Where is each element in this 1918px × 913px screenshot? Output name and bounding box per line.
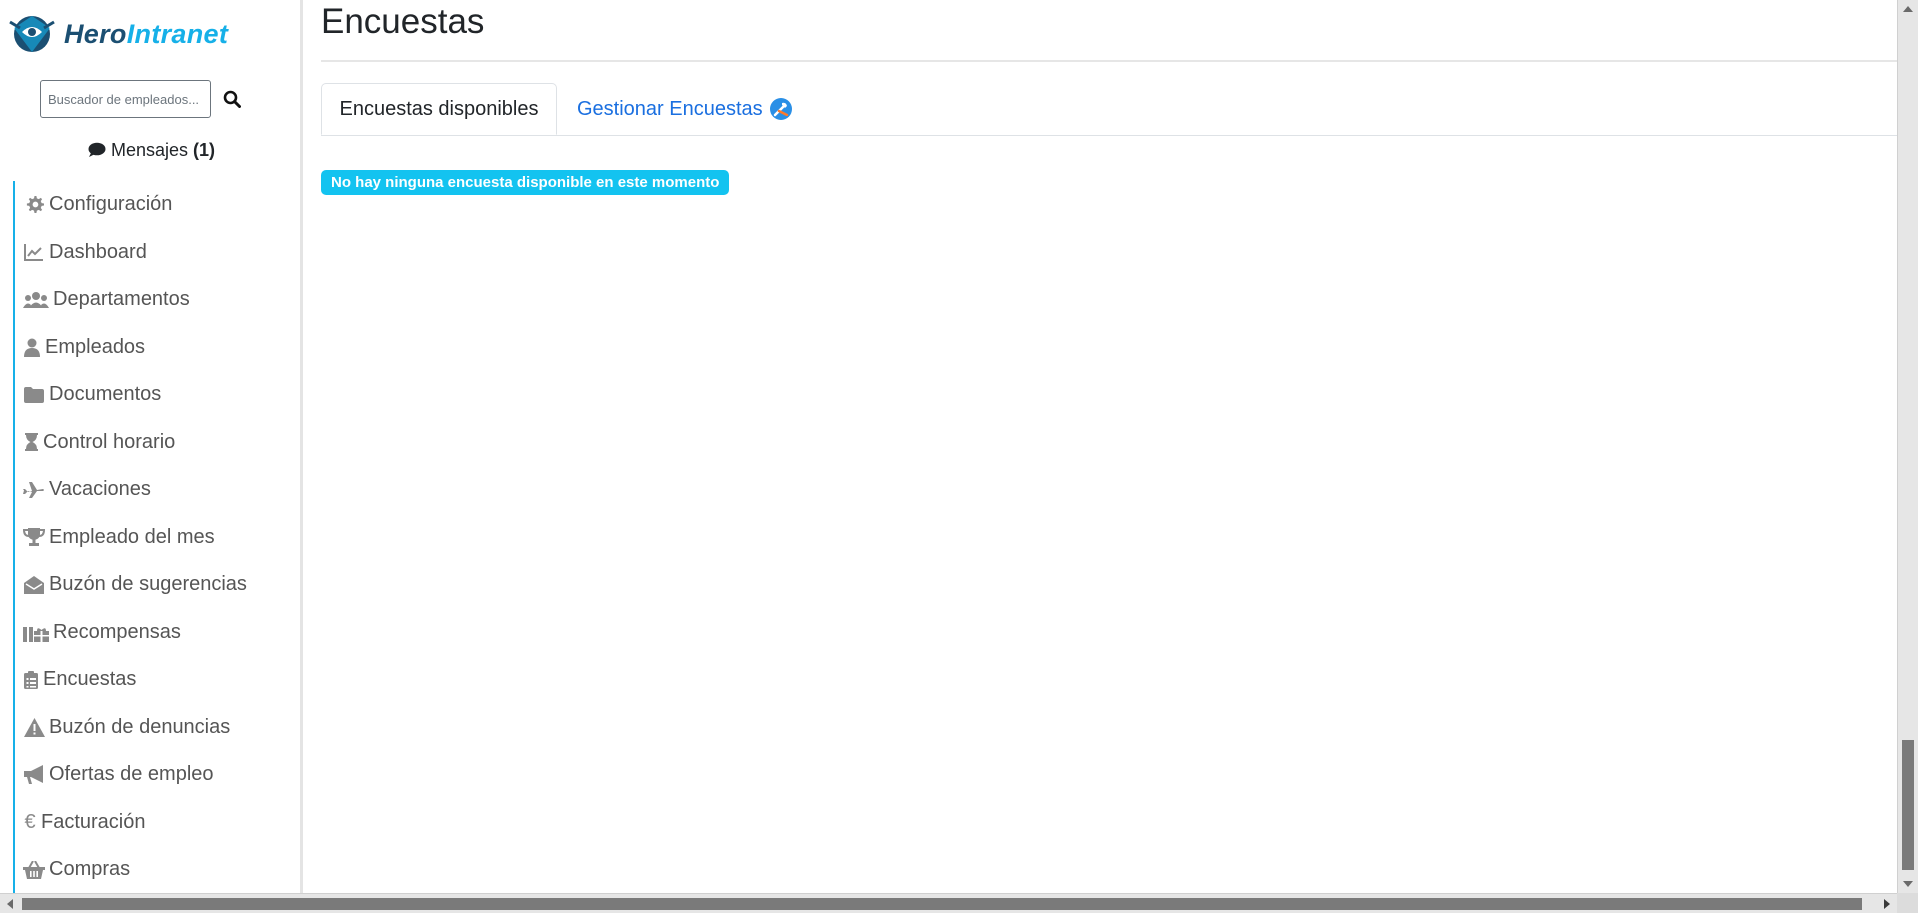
brand-name: HeroIntranet: [64, 19, 228, 50]
search-input[interactable]: [40, 80, 211, 118]
scroll-thumb[interactable]: [22, 898, 1862, 910]
tools-icon: [769, 97, 793, 121]
sidebar-item-label: Control horario: [43, 430, 176, 453]
scroll-left-icon[interactable]: [7, 899, 13, 909]
scrollbar-corner: [1897, 893, 1918, 913]
sidebar-item-label: Vacaciones: [49, 478, 151, 501]
messages-link[interactable]: Mensajes (1): [0, 140, 303, 161]
sidebar-item-facturacion[interactable]: € Facturación: [13, 798, 303, 846]
search-icon[interactable]: [221, 88, 243, 110]
sidebar-item-label: Departamentos: [53, 288, 190, 311]
users-icon: [23, 289, 49, 311]
clipboard-list-icon: [23, 669, 39, 691]
brand-part1: Hero: [64, 18, 127, 49]
scroll-thumb[interactable]: [1902, 740, 1914, 870]
basket-icon: [23, 859, 45, 881]
sidebar-item-label: Facturación: [41, 810, 146, 833]
page-title: Encuestas: [321, 2, 485, 41]
hero-logo-icon: [9, 16, 55, 52]
warning-icon: [23, 716, 45, 738]
hourglass-icon: [23, 431, 39, 453]
euro-icon: €: [24, 810, 36, 833]
sidebar-item-empleado-del-mes[interactable]: Empleado del mes: [13, 513, 303, 561]
gear-icon: [23, 194, 45, 216]
sidebar-item-documentos[interactable]: Documentos: [13, 371, 303, 419]
horizontal-scrollbar[interactable]: [0, 893, 1897, 913]
sidebar-item-encuestas[interactable]: Encuestas: [13, 656, 303, 704]
brand-part2: Intranet: [126, 18, 229, 49]
no-surveys-badge: No hay ninguna encuesta disponible en es…: [321, 170, 730, 195]
employee-search: [40, 80, 243, 118]
sidebar-item-compras[interactable]: Compras: [13, 846, 303, 894]
sidebar-item-empleados[interactable]: Empleados: [13, 323, 303, 371]
gifts-icon: [23, 621, 49, 643]
sidebar-item-configuracion[interactable]: Configuración: [13, 181, 303, 229]
tab-label: Gestionar Encuestas: [577, 97, 763, 120]
tab-label: Encuestas disponibles: [339, 97, 539, 120]
vertical-scrollbar[interactable]: [1897, 0, 1918, 893]
sidebar-item-recompensas[interactable]: Recompensas: [13, 608, 303, 656]
sidebar-item-buzon-sugerencias[interactable]: Buzón de sugerencias: [13, 561, 303, 609]
tab-encuestas-disponibles[interactable]: Encuestas disponibles: [321, 83, 557, 135]
sidebar-item-departamentos[interactable]: Departamentos: [13, 276, 303, 324]
sidebar-item-label: Buzón de denuncias: [49, 715, 231, 738]
sidebar-item-control-horario[interactable]: Control horario: [13, 418, 303, 466]
scroll-up-icon[interactable]: [1903, 6, 1913, 12]
scroll-down-icon[interactable]: [1903, 881, 1913, 887]
tab-gestionar-encuestas[interactable]: Gestionar Encuestas: [577, 83, 793, 135]
sidebar-item-label: Buzón de sugerencias: [49, 573, 247, 596]
sidebar-item-label: Documentos: [49, 383, 162, 406]
sidebar-item-ofertas-empleo[interactable]: Ofertas de empleo: [13, 751, 303, 799]
sidebar-item-vacaciones[interactable]: Vacaciones: [13, 466, 303, 514]
sidebar: HeroIntranet Mensajes (1) Configuración …: [0, 0, 303, 894]
sidebar-nav: Configuración Dashboard Departamentos Em…: [13, 181, 303, 894]
folder-icon: [23, 384, 45, 406]
sidebar-item-label: Configuración: [49, 193, 173, 216]
sidebar-item-dashboard[interactable]: Dashboard: [13, 228, 303, 276]
messages-count: (1): [193, 140, 216, 160]
title-divider: [321, 60, 1901, 62]
sidebar-item-label: Empleados: [45, 335, 146, 358]
sidebar-item-label: Dashboard: [49, 240, 147, 263]
trophy-icon: [23, 526, 45, 548]
comment-icon: [88, 142, 106, 157]
sidebar-item-label: Compras: [49, 858, 131, 881]
sidebar-item-label: Ofertas de empleo: [49, 763, 214, 786]
sidebar-item-buzon-denuncias[interactable]: Buzón de denuncias: [13, 703, 303, 751]
scroll-right-icon[interactable]: [1884, 899, 1890, 909]
user-icon: [23, 336, 41, 358]
plane-icon: [23, 479, 45, 501]
messages-label: Mensajes: [110, 140, 189, 160]
tabs: Encuestas disponibles Gestionar Encuesta…: [321, 83, 1901, 136]
sidebar-item-label: Empleado del mes: [49, 525, 215, 548]
sidebar-item-label: Encuestas: [43, 668, 137, 691]
megaphone-icon: [23, 764, 45, 786]
chart-line-icon: [23, 241, 45, 263]
sidebar-item-label: Recompensas: [53, 620, 181, 643]
envelope-open-icon: [23, 574, 45, 596]
logo[interactable]: HeroIntranet: [8, 12, 228, 56]
